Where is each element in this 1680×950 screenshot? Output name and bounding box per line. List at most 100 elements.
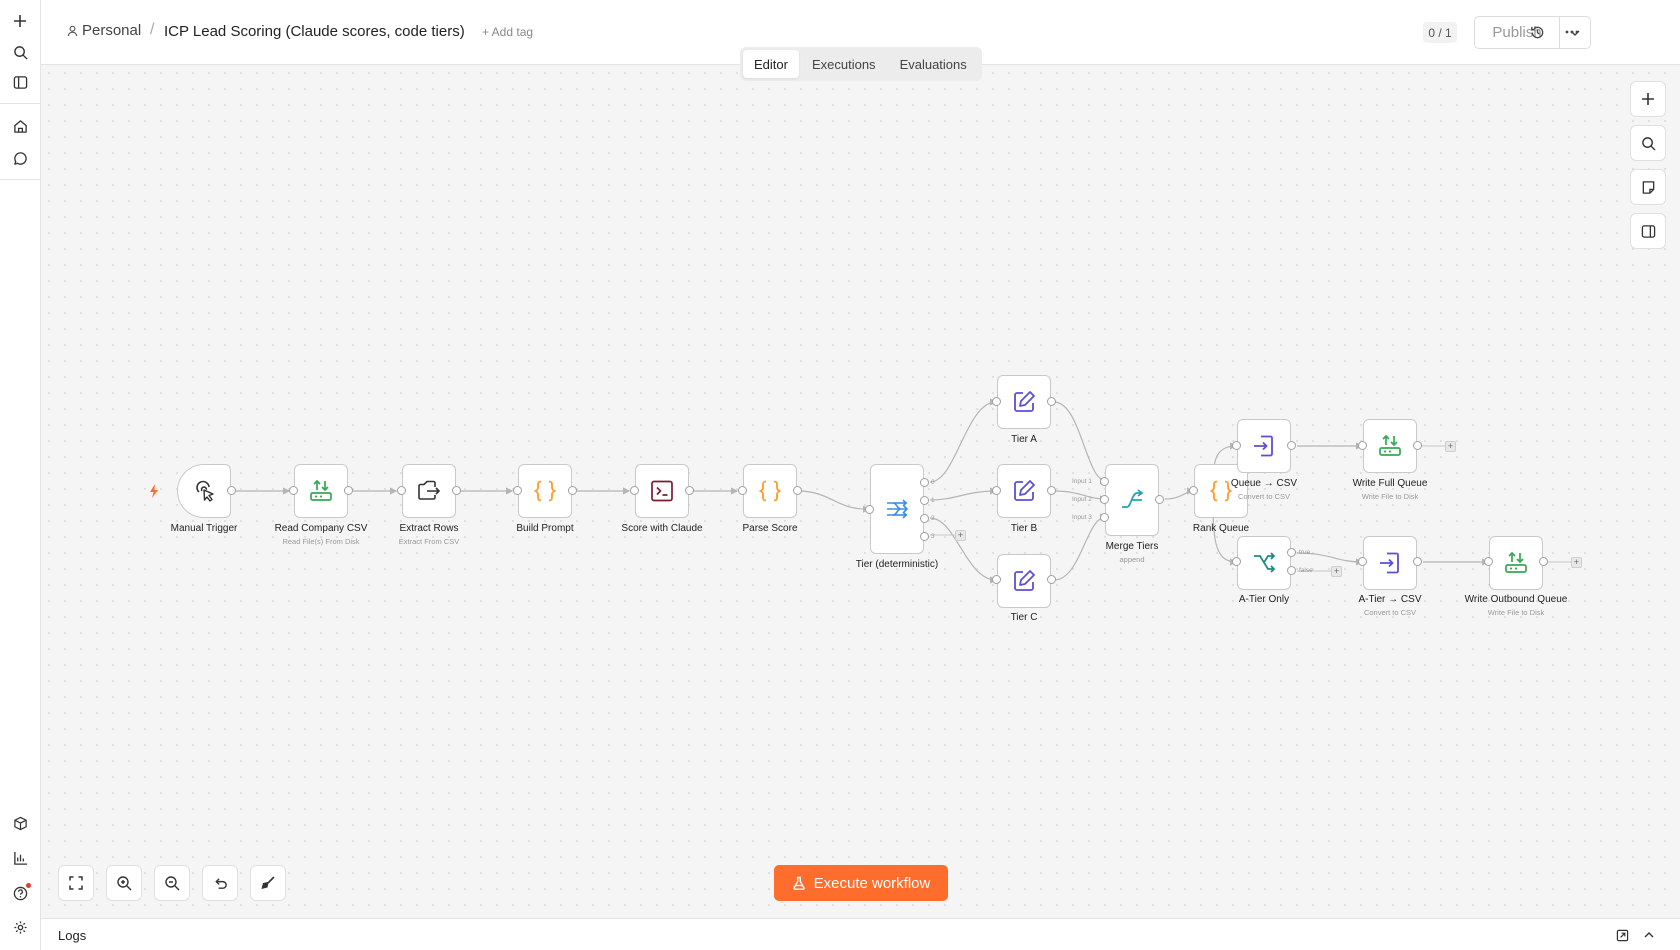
input-port[interactable]	[992, 575, 1001, 584]
output-port[interactable]	[568, 486, 577, 495]
output-port[interactable]	[1413, 441, 1422, 450]
input-port[interactable]	[630, 486, 639, 495]
tab-editor[interactable]: Editor	[743, 50, 799, 78]
home-icon[interactable]	[8, 114, 32, 138]
output-port[interactable]	[227, 486, 236, 495]
zoom-out-button[interactable]	[154, 865, 190, 901]
sidebar-toggle-icon[interactable]	[8, 70, 32, 94]
input-port[interactable]	[1232, 441, 1241, 450]
logs-panel-bar[interactable]: Logs	[41, 918, 1680, 950]
node-a-tier-only[interactable]	[1237, 536, 1291, 590]
input-port[interactable]	[1232, 557, 1241, 566]
node-write-outbound-queue[interactable]	[1489, 536, 1543, 590]
output-port[interactable]	[344, 486, 353, 495]
input-port[interactable]	[1358, 557, 1367, 566]
add-node-button[interactable]	[1630, 81, 1666, 117]
templates-icon[interactable]	[8, 811, 32, 835]
port-label: 3	[931, 533, 935, 540]
output-port[interactable]	[920, 514, 929, 523]
add-node-stub[interactable]: +	[1445, 441, 1456, 452]
input-port[interactable]	[289, 486, 298, 495]
help-icon[interactable]	[8, 881, 32, 905]
input-port[interactable]	[1484, 557, 1493, 566]
port-label: Input 2	[1072, 496, 1092, 503]
node-tier-deterministic[interactable]	[870, 464, 924, 554]
node-parse-score[interactable]	[743, 464, 797, 518]
output-port[interactable]	[1287, 441, 1296, 450]
output-port[interactable]	[1539, 557, 1548, 566]
node-manual-trigger[interactable]	[177, 464, 231, 518]
node-tier-c[interactable]	[997, 554, 1051, 608]
input-port[interactable]	[1100, 477, 1109, 486]
settings-icon[interactable]	[8, 915, 32, 939]
input-port[interactable]	[513, 486, 522, 495]
search-icon[interactable]	[8, 40, 32, 64]
output-port[interactable]	[1287, 548, 1296, 557]
port-label: Input 3	[1072, 514, 1092, 521]
add-node-stub[interactable]: +	[1571, 557, 1582, 568]
node-read-company-csv[interactable]	[294, 464, 348, 518]
add-icon[interactable]	[8, 9, 32, 33]
output-port[interactable]	[1047, 486, 1056, 495]
node-tier-a[interactable]	[997, 375, 1051, 429]
chevron-up-icon[interactable]	[1644, 932, 1654, 938]
output-port[interactable]	[793, 486, 802, 495]
undo-icon	[214, 877, 227, 889]
breadcrumb[interactable]: Personal	[67, 22, 141, 39]
input-port[interactable]	[1358, 441, 1367, 450]
undo-button[interactable]	[202, 865, 238, 901]
workflow-canvas[interactable]: Manual Trigger Read Company CSV Read Fil…	[41, 65, 1680, 918]
publish-button[interactable]: Publish	[1474, 16, 1560, 49]
breadcrumb-project[interactable]: Personal	[82, 22, 141, 39]
output-port[interactable]	[1047, 575, 1056, 584]
input-port[interactable]	[397, 486, 406, 495]
pop-out-icon[interactable]	[1616, 929, 1629, 942]
node-a-tier-to-csv[interactable]	[1363, 536, 1417, 590]
node-subtitle: Write File to Disk	[1487, 608, 1545, 617]
input-port[interactable]	[865, 505, 874, 514]
output-port[interactable]	[452, 486, 461, 495]
if-branch-icon	[1254, 552, 1276, 573]
fit-view-button[interactable]	[58, 865, 94, 901]
node-score-with-claude[interactable]	[635, 464, 689, 518]
node-queue-to-csv[interactable]	[1237, 419, 1291, 473]
node-build-prompt[interactable]	[518, 464, 572, 518]
output-port[interactable]	[920, 478, 929, 487]
input-port[interactable]	[1100, 513, 1109, 522]
output-port[interactable]	[1047, 397, 1056, 406]
tab-executions[interactable]: Executions	[801, 50, 887, 78]
zoom-in-button[interactable]	[106, 865, 142, 901]
toggle-panel-button[interactable]	[1630, 213, 1666, 249]
input-port[interactable]	[992, 397, 1001, 406]
tidy-up-button[interactable]	[250, 865, 286, 901]
add-node-stub[interactable]: +	[1331, 566, 1342, 577]
execute-workflow-button[interactable]: Execute workflow	[774, 865, 948, 901]
code-braces-icon	[533, 480, 557, 502]
input-port[interactable]	[1100, 495, 1109, 504]
input-port[interactable]	[738, 486, 747, 495]
add-tag-button[interactable]: + Add tag	[482, 25, 533, 39]
chat-icon[interactable]	[8, 146, 32, 170]
tab-evaluations[interactable]: Evaluations	[889, 50, 978, 78]
more-options-icon[interactable]	[1562, 22, 1582, 42]
output-port[interactable]	[685, 486, 694, 495]
execute-workflow-label: Execute workflow	[813, 874, 931, 892]
sticky-note-button[interactable]	[1630, 169, 1666, 205]
search-nodes-button[interactable]	[1630, 125, 1666, 161]
insights-icon[interactable]	[8, 846, 32, 870]
node-extract-rows[interactable]	[402, 464, 456, 518]
output-port[interactable]	[1287, 566, 1296, 575]
output-port[interactable]	[920, 496, 929, 505]
workflow-title[interactable]: ICP Lead Scoring (Claude scores, code ti…	[164, 23, 465, 40]
zoom-out-icon	[165, 876, 180, 891]
node-tier-b[interactable]	[997, 464, 1051, 518]
node-write-full-queue[interactable]	[1363, 419, 1417, 473]
code-braces-icon	[758, 480, 782, 502]
node-subtitle: Write File to Disk	[1361, 492, 1419, 501]
history-icon[interactable]	[1527, 22, 1547, 42]
flask-icon	[792, 876, 805, 890]
output-port[interactable]	[920, 532, 929, 541]
output-port[interactable]	[1155, 495, 1164, 504]
input-port[interactable]	[992, 486, 1001, 495]
output-port[interactable]	[1413, 557, 1422, 566]
